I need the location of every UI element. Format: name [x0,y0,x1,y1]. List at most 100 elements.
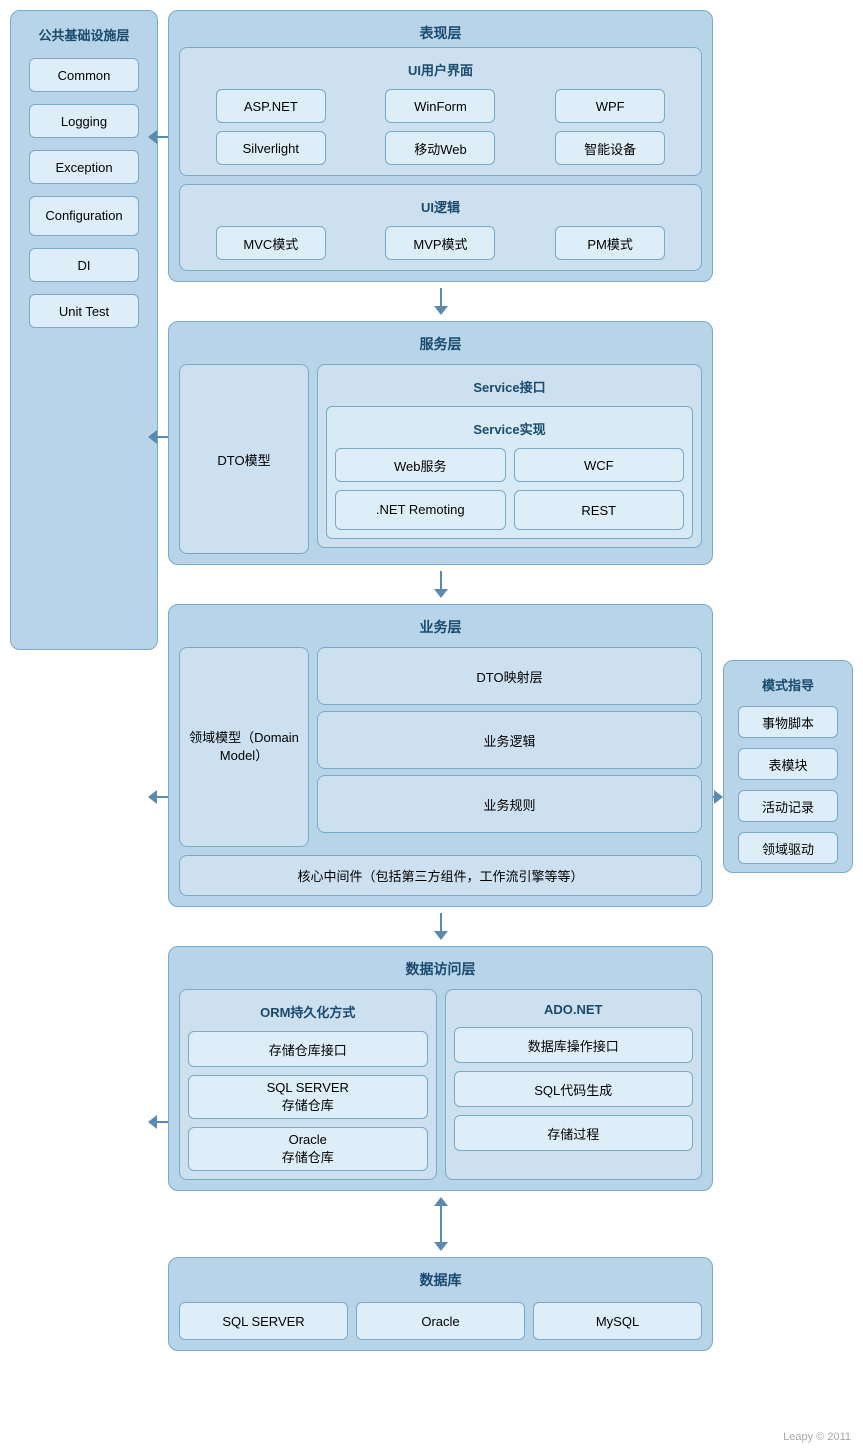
box-winform: WinForm [385,89,495,123]
service-impl-box: Service实现 Web服务 WCF [326,406,693,539]
right-item-1: 表模块 [738,748,838,780]
adonet-items: 数据库操作接口 SQL代码生成 存储过程 [454,1027,694,1151]
dataaccess-content: ORM持久化方式 存储仓库接口 SQL SERVER 存储仓库 Oracle 存… [179,989,702,1180]
box-wcf: WCF [514,448,685,482]
arrow-line-v3 [440,913,442,931]
arrow-line-v4a [440,1206,442,1224]
service-title: 服务层 [179,328,702,358]
arrowhead-down-4 [434,1242,448,1251]
box-oracle-db: Oracle [356,1302,525,1340]
business-right: DTO映射层 业务逻辑 业务规则 [317,647,702,847]
ui-logic-section: UI逻辑 MVC模式 MVP模式 PM模式 [179,184,702,271]
box-sql-codegen: SQL代码生成 [454,1071,694,1107]
orm-title: ORM持久化方式 [188,996,428,1025]
box-repo-interface: 存储仓库接口 [188,1031,428,1067]
box-webservice: Web服务 [335,448,506,482]
ui-logic-row: MVC模式 MVP模式 PM模式 [190,226,691,260]
box-silverlight: Silverlight [216,131,326,165]
ui-users-title: UI用户界面 [190,54,691,83]
sidebar-item-configuration: Configuration [29,196,139,236]
arrow-data-to-db [168,1197,713,1251]
box-mvp: MVP模式 [385,226,495,260]
right-sidebar-items: 事物脚本 表模块 活动记录 领域驱动 [730,706,846,864]
right-arrowhead [714,790,723,804]
right-sidebar-title: 模式指导 [730,669,846,698]
service-impl-row1: Web服务 WCF [335,448,684,482]
service-interface-title: Service接口 [326,371,693,400]
main-area: 表现层 UI用户界面 ASP.NET WinForm WPF [168,10,713,1351]
box-biz-logic: 业务逻辑 [317,711,702,769]
box-aspnet: ASP.NET [216,89,326,123]
presentation-layer: 表现层 UI用户界面 ASP.NET WinForm WPF [168,10,713,282]
ui-logic-title: UI逻辑 [190,191,691,220]
watermark: Leapy © 2011 [783,1431,851,1443]
dataaccess-layer: 数据访问层 ORM持久化方式 存储仓库接口 SQL SERVER 存储仓库 Or… [168,946,713,1191]
box-smartdevice: 智能设备 [555,131,665,165]
box-mobileweb: 移动Web [385,131,495,165]
arrow-pres-to-service [168,288,713,315]
dto-box: DTO模型 [179,364,309,554]
ui-row2: Silverlight 移动Web 智能设备 [190,131,691,165]
orm-items: 存储仓库接口 SQL SERVER 存储仓库 Oracle 存储仓库 [188,1031,428,1171]
sidebar-item-common: Common [29,58,139,92]
service-interface-box: Service接口 Service实现 Web服务 WCF [317,364,702,548]
arrowhead-down-3 [434,931,448,940]
sidebar-item-unittest: Unit Test [29,294,139,328]
arrow-line-v4b [440,1224,442,1242]
left-sidebar-items: Common Logging Exception Configuration D… [17,58,151,328]
adonet-section: ADO.NET 数据库操作接口 SQL代码生成 存储过程 [445,989,703,1180]
service-layer: 服务层 DTO模型 Service接口 Service实现 Web服务 [168,321,713,565]
sidebar-item-di: DI [29,248,139,282]
left-sidebar-title: 公共基础设施层 [17,19,151,48]
service-content: DTO模型 Service接口 Service实现 Web服务 [179,364,702,554]
service-right: Service接口 Service实现 Web服务 WCF [317,364,702,554]
box-stored-proc: 存储过程 [454,1115,694,1151]
database-title: 数据库 [179,1264,702,1294]
box-netremoting: .NET Remoting [335,490,506,530]
box-oracle-repo: Oracle 存储仓库 [188,1127,428,1171]
service-impl-title: Service实现 [335,413,684,442]
domain-model-box: 领域模型（Domain Model） [179,647,309,847]
business-title: 业务层 [179,611,702,641]
arrowhead-left-1 [148,130,157,144]
arrowhead-down-2 [434,589,448,598]
presentation-title: 表现层 [179,17,702,47]
arrow-line-v1 [440,288,442,306]
service-impl-row2: .NET Remoting REST [335,490,684,530]
dataaccess-title: 数据访问层 [179,953,702,983]
arrow-line-v2 [440,571,442,589]
sidebar-item-logging: Logging [29,104,139,138]
box-sqlserver-db: SQL SERVER [179,1302,348,1340]
arrowhead-left-4 [148,1115,157,1129]
box-dto-mapping: DTO映射层 [317,647,702,705]
business-content: 领域模型（Domain Model） DTO映射层 业务逻辑 业务规则 [179,647,702,847]
diagram-wrapper: 公共基础设施层 Common Logging Exception Configu… [0,0,863,1451]
right-item-3: 领域驱动 [738,832,838,864]
box-biz-rules: 业务规则 [317,775,702,833]
right-item-0: 事物脚本 [738,706,838,738]
box-wpf: WPF [555,89,665,123]
arrow-biz-to-data [168,913,713,940]
arrowhead-left-3 [148,790,157,804]
core-middleware-bar: 核心中间件（包括第三方组件，工作流引擎等等） [179,855,702,896]
sidebar-item-exception: Exception [29,150,139,184]
database-items: SQL SERVER Oracle MySQL [179,1302,702,1340]
box-pm: PM模式 [555,226,665,260]
arrowhead-up [434,1197,448,1206]
right-sidebar: 模式指导 事物脚本 表模块 活动记录 领域驱动 [723,660,853,873]
box-mysql-db: MySQL [533,1302,702,1340]
database-layer: 数据库 SQL SERVER Oracle MySQL [168,1257,713,1351]
ui-users-section: UI用户界面 ASP.NET WinForm WPF Silverlight [179,47,702,176]
box-sqlserver-repo: SQL SERVER 存储仓库 [188,1075,428,1119]
box-db-interface: 数据库操作接口 [454,1027,694,1063]
adonet-title: ADO.NET [454,996,694,1021]
ui-row1: ASP.NET WinForm WPF [190,89,691,123]
business-layer: 业务层 领域模型（Domain Model） DTO映射层 业务逻辑 业务规则 [168,604,713,907]
arrowhead-left-2 [148,430,157,444]
box-rest: REST [514,490,685,530]
orm-section: ORM持久化方式 存储仓库接口 SQL SERVER 存储仓库 Oracle 存… [179,989,437,1180]
arrowhead-down-1 [434,306,448,315]
left-sidebar: 公共基础设施层 Common Logging Exception Configu… [10,10,158,650]
box-mvc: MVC模式 [216,226,326,260]
right-item-2: 活动记录 [738,790,838,822]
